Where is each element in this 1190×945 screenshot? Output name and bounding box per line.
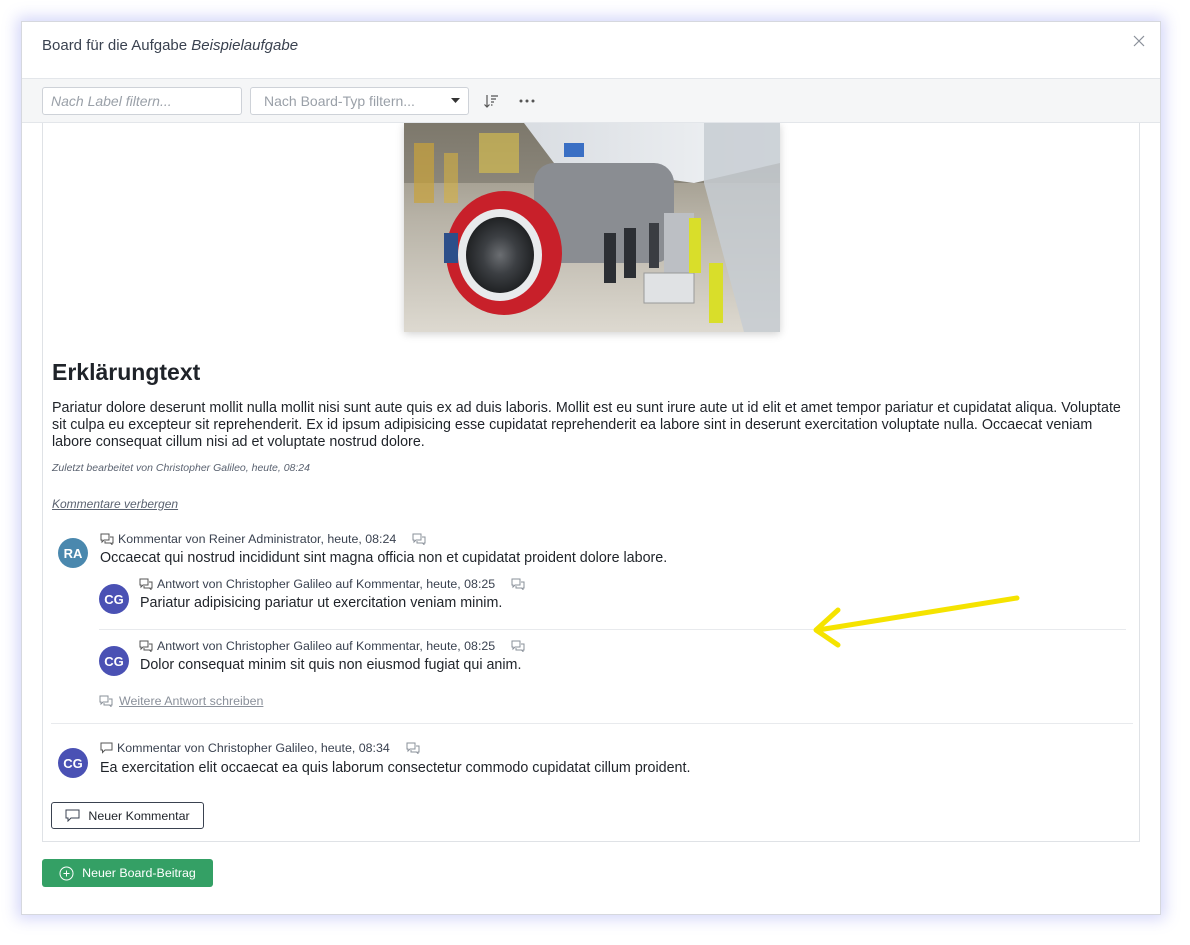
entry-body: Pariatur dolore deserunt mollit nulla mo… xyxy=(52,400,1121,450)
close-icon xyxy=(1133,35,1145,47)
comment-meta: Kommentar von Reiner Administrator, heut… xyxy=(100,532,426,546)
avatar: CG xyxy=(58,748,88,778)
ellipsis-icon xyxy=(519,99,535,102)
sort-button[interactable] xyxy=(477,87,505,115)
more-options-button[interactable] xyxy=(513,87,541,115)
avatar: CG xyxy=(99,646,129,676)
reply-meta-text: Antwort von Christopher Galileo auf Komm… xyxy=(157,577,496,591)
board-entry-card: Erklärungtext Pariatur dolore deserunt m… xyxy=(42,123,1140,842)
comment-text: Occaecat qui nostrud incididunt sint mag… xyxy=(100,550,668,566)
new-board-post-button[interactable]: Neuer Board-Beitrag xyxy=(42,859,213,887)
sort-icon xyxy=(484,94,498,108)
reply-icon xyxy=(406,742,420,754)
reply-button[interactable] xyxy=(511,578,525,590)
reply-text: Dolor consequat minim sit quis non eiusm… xyxy=(140,657,522,673)
reply-button[interactable] xyxy=(412,533,426,545)
label-filter-input[interactable] xyxy=(51,92,233,109)
reply-button[interactable] xyxy=(511,640,525,652)
comment-divider xyxy=(51,723,1133,724)
comment-meta: Kommentar von Christopher Galileo, heute… xyxy=(100,741,420,755)
board-type-placeholder: Nach Board-Typ filtern... xyxy=(264,92,415,109)
reply-meta-text: Antwort von Christopher Galileo auf Komm… xyxy=(157,639,496,653)
modal-header: Board für die Aufgabe Beispielaufgabe xyxy=(22,22,1160,79)
board-modal: Board für die Aufgabe Beispielaufgabe Na… xyxy=(21,21,1161,915)
write-reply-link[interactable]: Weitere Antwort schreiben xyxy=(119,694,263,708)
avatar: RA xyxy=(58,538,88,568)
new-post-label: Neuer Board-Beitrag xyxy=(82,866,196,880)
comment-meta-text: Kommentar von Christopher Galileo, heute… xyxy=(117,741,390,755)
new-comment-label: Neuer Kommentar xyxy=(88,808,190,823)
label-filter xyxy=(42,86,242,115)
reply-meta: Antwort von Christopher Galileo auf Komm… xyxy=(139,577,525,591)
modal-title-prefix: Board für die Aufgabe xyxy=(42,37,188,54)
comment-icon xyxy=(100,742,113,754)
reply-button[interactable] xyxy=(406,742,420,754)
entry-title: Erklärungtext xyxy=(52,359,201,385)
comment-text: Ea exercitation elit occaecat ea quis la… xyxy=(100,760,691,776)
caret-down-icon xyxy=(451,97,460,103)
comments-icon xyxy=(139,578,153,590)
hide-comments-link[interactable]: Kommentare verbergen xyxy=(52,497,178,511)
last-edited-info: Zuletzt bearbeitet von Christopher Galil… xyxy=(52,462,310,474)
board-content: Erklärungtext Pariatur dolore deserunt m… xyxy=(22,123,1160,914)
aircraft-engine-photo xyxy=(404,123,780,332)
entry-image xyxy=(404,123,780,332)
comments-icon xyxy=(139,640,153,652)
reply-icon xyxy=(511,578,525,590)
write-reply: Weitere Antwort schreiben xyxy=(99,694,263,708)
plus-circle-icon xyxy=(59,866,74,880)
modal-title-task: Beispielaufgabe xyxy=(191,37,299,54)
filter-toolbar: Nach Board-Typ filtern... xyxy=(22,79,1160,123)
annotation-arrow-icon xyxy=(813,595,1020,648)
reply-icon xyxy=(412,533,426,545)
comment-meta-text: Kommentar von Reiner Administrator, heut… xyxy=(118,532,397,546)
modal-title: Board für die Aufgabe Beispielaufgabe xyxy=(42,36,1140,56)
new-comment-button[interactable]: Neuer Kommentar xyxy=(51,802,204,829)
reply-meta: Antwort von Christopher Galileo auf Komm… xyxy=(139,639,525,653)
comments-icon xyxy=(100,533,114,545)
close-button[interactable] xyxy=(1130,32,1148,50)
comment-icon xyxy=(65,809,80,822)
reply-icon xyxy=(511,640,525,652)
comments-icon xyxy=(99,695,113,707)
avatar: CG xyxy=(99,584,129,614)
board-type-select[interactable]: Nach Board-Typ filtern... xyxy=(250,86,469,115)
reply-text: Pariatur adipisicing pariatur ut exercit… xyxy=(140,595,503,611)
